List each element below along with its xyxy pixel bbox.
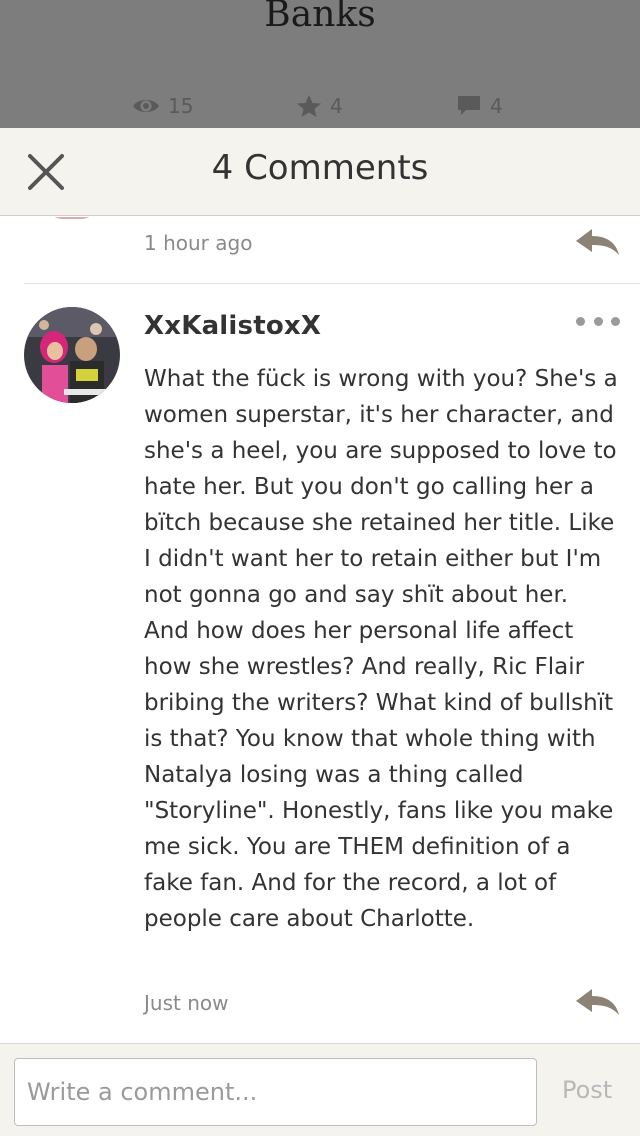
eye-icon bbox=[132, 96, 160, 116]
sheet-title: 4 Comments bbox=[211, 148, 429, 188]
reply-button[interactable] bbox=[574, 227, 620, 257]
comments-stat: 4 bbox=[456, 92, 503, 120]
reply-button[interactable] bbox=[574, 987, 620, 1017]
comment-time: 1 hour ago bbox=[144, 231, 253, 255]
reply-arrow-icon bbox=[576, 229, 619, 255]
avatar[interactable] bbox=[24, 307, 120, 403]
story-header: Banks 15 4 4 bbox=[0, 0, 640, 128]
more-options-button[interactable] bbox=[576, 315, 620, 327]
star-icon bbox=[296, 94, 322, 118]
comments-count: 4 bbox=[490, 94, 503, 118]
story-title: Banks bbox=[264, 0, 376, 35]
avatar bbox=[48, 217, 96, 219]
comment-time: Just now bbox=[144, 991, 229, 1015]
comment-list[interactable]: 1 hour ago XxKalistoxX What the fück is … bbox=[0, 217, 640, 1043]
comment-divider bbox=[24, 283, 640, 284]
reply-arrow-icon bbox=[576, 989, 619, 1015]
speech-bubble-icon bbox=[456, 94, 482, 118]
more-dots-icon bbox=[576, 316, 585, 326]
post-button[interactable]: Post bbox=[562, 1076, 612, 1104]
votes-count: 4 bbox=[330, 94, 343, 118]
comment-input[interactable] bbox=[14, 1058, 537, 1126]
comment-body: What the fück is wrong with you? She's a… bbox=[144, 366, 618, 932]
compose-bar: Post bbox=[0, 1043, 640, 1136]
comments-sheet-header: 4 Comments bbox=[0, 128, 640, 216]
views-stat: 15 bbox=[132, 92, 193, 120]
comment-username[interactable]: XxKalistoxX bbox=[144, 311, 321, 341]
votes-stat: 4 bbox=[296, 92, 343, 120]
views-count: 15 bbox=[168, 94, 194, 118]
